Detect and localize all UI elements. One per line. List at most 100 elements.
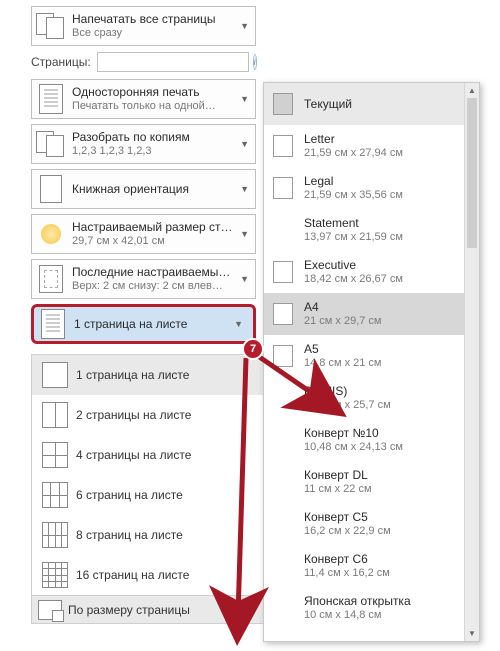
grid-icon — [38, 482, 72, 508]
paper-size-item[interactable]: Конверт №1010,48 см x 24,13 см — [264, 419, 464, 461]
paper-size-current-label: Текущий — [304, 97, 460, 111]
pages-per-sheet-item-label: 2 страницы на листе — [72, 408, 278, 422]
custom-size-sub: 29,7 см x 42,01 см — [72, 234, 255, 248]
chevron-down-icon: ▼ — [240, 21, 249, 31]
page-thumb-icon — [268, 261, 298, 283]
paper-size-item[interactable]: Legal21,59 см x 35,56 см — [264, 167, 464, 209]
paper-size-dim: 21 см x 29,7 см — [304, 314, 460, 328]
paper-size-name: Конверт DL — [304, 468, 460, 482]
scale-icon — [38, 600, 62, 620]
pages-per-sheet-item-label: 4 страницы на листе — [72, 448, 278, 462]
paper-size-item[interactable]: Statement13,97 см x 21,59 см — [264, 209, 464, 251]
pages-per-sheet-item[interactable]: 6 страниц на листе — [32, 475, 284, 515]
pages-per-sheet-item[interactable]: 4 страницы на листе — [32, 435, 284, 475]
paper-size-name: А5 — [304, 342, 460, 356]
paper-size-name: Конверт №10 — [304, 426, 460, 440]
paper-size-name: Конверт C5 — [304, 510, 460, 524]
paper-size-item[interactable]: Executive18,42 см x 26,67 см — [264, 251, 464, 293]
paper-size-dim: 21,59 см x 27,94 см — [304, 146, 460, 160]
paper-size-name: A4 — [304, 300, 460, 314]
paper-size-dim: 11 см x 22 см — [304, 482, 460, 496]
grid-icon — [38, 362, 72, 388]
pages-per-sheet-item-label: 16 страниц на листе — [72, 568, 278, 582]
custom-size-icon — [32, 215, 70, 253]
paper-size-dim: 18,2 см x 25,7 см — [304, 398, 460, 412]
print-all-sub: Все сразу — [72, 26, 255, 40]
collate-icon — [32, 125, 70, 163]
grid-icon — [38, 562, 72, 588]
grid-icon — [38, 402, 72, 428]
pages-input[interactable] — [97, 52, 249, 72]
paper-size-name: Японская открытка — [304, 594, 460, 608]
page-thumb-icon — [268, 93, 298, 115]
grid-icon — [38, 442, 72, 468]
chevron-down-icon: ▼ — [240, 139, 249, 149]
scrollbar[interactable]: ▲ ▼ — [464, 83, 479, 641]
pages-label: Страницы: — [31, 55, 91, 69]
grid-icon — [38, 522, 72, 548]
paper-size-item[interactable]: Конверт C516,2 см x 22,9 см — [264, 503, 464, 545]
paper-size-dim: 18,42 см x 26,67 см — [304, 272, 460, 286]
paper-size-name: Executive — [304, 258, 460, 272]
paper-size-name: Legal — [304, 174, 460, 188]
chevron-down-icon: ▼ — [240, 274, 249, 284]
paper-size-popup: ТекущийLetter21,59 см x 27,94 смLegal21,… — [263, 82, 480, 642]
paper-size-name: Statement — [304, 216, 460, 230]
paper-size-item[interactable]: B5 (JIS)18,2 см x 25,7 см — [264, 377, 464, 419]
paper-size-dim: 10,48 см x 24,13 см — [304, 440, 460, 454]
orientation-title: Книжная ориентация — [72, 182, 255, 196]
paper-size-current[interactable]: Текущий — [264, 83, 464, 125]
orientation-option[interactable]: Книжная ориентация ▼ — [31, 169, 256, 209]
paper-size-dim: 13,97 см x 21,59 см — [304, 230, 460, 244]
collate-sub: 1,2,3 1,2,3 1,2,3 — [72, 144, 255, 158]
paper-size-dim: 21,59 см x 35,56 см — [304, 188, 460, 202]
info-icon[interactable]: i — [253, 54, 257, 70]
paper-size-item[interactable]: Японская открытка10 см x 14,8 см — [264, 587, 464, 629]
paper-size-dim: 11,4 см x 16,2 см — [304, 566, 460, 580]
print-all-title: Напечатать все страницы — [72, 12, 255, 26]
chevron-down-icon: ▼ — [234, 319, 243, 329]
paper-size-item[interactable]: Конверт DL11 см x 22 см — [264, 461, 464, 503]
page-thumb-icon — [268, 177, 298, 199]
page-icon — [32, 80, 70, 118]
pages-per-sheet-item[interactable]: 8 страниц на листе — [32, 515, 284, 555]
page-thumb-icon — [268, 135, 298, 157]
margins-title: Последние настраиваемы… — [72, 265, 255, 279]
margins-option[interactable]: Последние настраиваемы… Верх: 2 см снизу… — [31, 259, 256, 299]
scale-to-page-label: По размеру страницы — [62, 603, 270, 617]
orientation-icon — [32, 170, 70, 208]
paper-size-item[interactable]: A421 см x 29,7 см — [264, 293, 464, 335]
callout-badge: 7 — [242, 338, 264, 360]
pages-per-sheet-item[interactable]: 1 страница на листе — [32, 355, 284, 395]
collate-option[interactable]: Разобрать по копиям 1,2,3 1,2,3 1,2,3 ▼ — [31, 124, 256, 164]
pages-per-sheet-item[interactable]: 16 страниц на листе — [32, 555, 284, 595]
paper-size-dim: 14,8 см x 21 см — [304, 356, 460, 370]
scroll-thumb[interactable] — [467, 98, 477, 248]
paper-size-item[interactable]: Letter21,59 см x 27,94 см — [264, 125, 464, 167]
pages-per-sheet-title: 1 страница на листе — [74, 317, 253, 331]
print-all-option[interactable]: Напечатать все страницы Все сразу ▼ — [31, 6, 256, 46]
paper-size-dim: 16,2 см x 22,9 см — [304, 524, 460, 538]
chevron-down-icon: ▼ — [240, 229, 249, 239]
one-side-option[interactable]: Односторонняя печать Печатать только на … — [31, 79, 256, 119]
scroll-down-icon[interactable]: ▼ — [465, 626, 479, 641]
pages-per-sheet-item-label: 6 страниц на листе — [72, 488, 278, 502]
page-thumb-icon — [268, 303, 298, 325]
scroll-up-icon[interactable]: ▲ — [465, 83, 479, 98]
pages-per-sheet-item-label: 1 страница на листе — [72, 368, 278, 382]
chevron-down-icon: ▼ — [240, 94, 249, 104]
custom-size-option[interactable]: Настраиваемый размер ст… 29,7 см x 42,01… — [31, 214, 256, 254]
margins-icon — [32, 260, 70, 298]
pages-icon — [32, 7, 70, 45]
paper-size-item[interactable]: А514,8 см x 21 см — [264, 335, 464, 377]
paper-size-item[interactable]: Конверт C611,4 см x 16,2 см — [264, 545, 464, 587]
paper-size-name: Конверт C6 — [304, 552, 460, 566]
collate-title: Разобрать по копиям — [72, 130, 255, 144]
custom-size-title: Настраиваемый размер ст… — [72, 220, 255, 234]
scale-to-page-item[interactable]: По размеру страницы▶ — [32, 595, 284, 623]
pages-per-sheet-option[interactable]: 1 страница на листе ▼ — [31, 304, 256, 344]
pages-per-sheet-item[interactable]: 2 страницы на листе — [32, 395, 284, 435]
paper-size-dim: 10 см x 14,8 см — [304, 608, 460, 622]
page-thumb-icon — [268, 345, 298, 367]
margins-sub: Верх: 2 см снизу: 2 см влев… — [72, 279, 255, 293]
